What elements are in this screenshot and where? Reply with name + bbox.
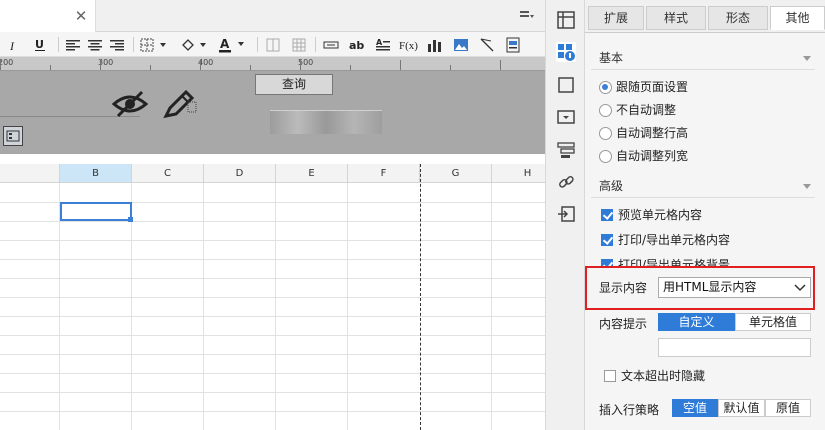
widget-frame-icon[interactable] <box>556 75 576 95</box>
chevron-down-icon[interactable] <box>793 280 807 294</box>
condition-attribute-icon[interactable] <box>556 140 576 160</box>
section-advanced[interactable]: 高级 <box>591 175 815 198</box>
checkbox-label: 文本超出时隐藏 <box>621 369 706 383</box>
formula-icon[interactable]: F(x) <box>398 34 420 55</box>
display-content-select[interactable]: 用HTML显示内容 <box>658 277 811 298</box>
align-right-icon[interactable] <box>106 34 128 55</box>
form-widget-icon[interactable] <box>3 126 23 146</box>
chevron-down-icon[interactable] <box>803 56 811 61</box>
svg-text:A: A <box>376 38 383 47</box>
column-header[interactable]: B <box>60 164 132 183</box>
policy-null-button[interactable]: 空值 <box>672 399 718 417</box>
fill-color-icon[interactable] <box>178 34 212 55</box>
radio-no-auto-adjust[interactable]: 不自动调整 <box>599 101 676 119</box>
content-tip-label: 内容提示 <box>599 317 648 331</box>
checkbox-label: 打印/导出单元格内容 <box>618 233 731 247</box>
policy-original-button[interactable]: 原值 <box>765 399 811 417</box>
ruler: 200 300 400 500 <box>0 57 545 71</box>
image-icon[interactable] <box>450 34 472 55</box>
svg-text:ab: ab <box>349 39 364 51</box>
bar-chart-icon[interactable] <box>424 34 446 55</box>
column-header[interactable]: C <box>132 164 204 183</box>
section-title: 基本 <box>599 51 624 65</box>
fill-handle[interactable] <box>128 217 133 222</box>
selected-cell[interactable] <box>60 202 132 221</box>
dropdown-widget-icon[interactable] <box>556 107 576 127</box>
format-toolbar: I U A ab A F(x) <box>0 32 545 57</box>
section-title: 高级 <box>599 179 624 193</box>
cell-attribute-icon[interactable] <box>556 10 576 30</box>
radio-auto-row-height[interactable]: 自动调整行高 <box>599 124 688 142</box>
border-icon[interactable] <box>138 34 172 55</box>
property-icon-strip <box>545 0 585 430</box>
check-print-content[interactable]: 打印/导出单元格内容 <box>601 231 730 249</box>
text-field-icon[interactable] <box>320 34 342 55</box>
corner-header <box>0 164 60 183</box>
blurred-widget <box>270 110 382 134</box>
column-header[interactable]: F <box>348 164 420 183</box>
underline-icon[interactable]: U <box>29 34 51 55</box>
column-header[interactable]: D <box>204 164 276 183</box>
content-tip-input[interactable] <box>658 338 811 357</box>
ruler-label: 200 <box>0 58 14 67</box>
text-area-icon[interactable]: A <box>372 34 394 55</box>
align-left-icon[interactable] <box>62 34 84 55</box>
checkbox-icon[interactable] <box>601 209 613 221</box>
svg-text:A: A <box>220 37 230 51</box>
page-break-line <box>420 164 421 430</box>
column-header[interactable]: E <box>276 164 348 183</box>
collapse-panel-icon[interactable] <box>519 9 535 23</box>
svg-text:U: U <box>35 38 44 51</box>
slash-icon[interactable] <box>476 34 498 55</box>
tab-style[interactable]: 样式 <box>646 6 706 30</box>
column-header[interactable]: G <box>420 164 492 183</box>
checkbox-icon[interactable] <box>604 370 616 382</box>
tip-custom-button[interactable]: 自定义 <box>658 313 735 331</box>
italic-icon[interactable]: I <box>2 34 24 55</box>
label-ab-icon[interactable]: ab <box>346 34 368 55</box>
merge-cells-icon[interactable] <box>262 34 284 55</box>
display-content-label: 显示内容 <box>599 281 648 295</box>
tab-form[interactable]: 形态 <box>708 6 768 30</box>
checkbox-icon[interactable] <box>601 234 613 246</box>
edit-pencil-icon[interactable] <box>162 88 198 123</box>
check-hide-overflow[interactable]: 文本超出时隐藏 <box>604 367 705 385</box>
checkbox-label: 预览单元格内容 <box>618 208 703 222</box>
eye-slash-icon[interactable] <box>111 88 149 123</box>
sub-report-icon[interactable] <box>502 34 524 55</box>
section-basic[interactable]: 基本 <box>591 47 815 70</box>
radio-follow-page[interactable]: 跟随页面设置 <box>599 78 688 96</box>
grid-icon[interactable] <box>288 34 310 55</box>
svg-text:I: I <box>9 39 15 51</box>
hyperlink-icon[interactable] <box>556 172 576 192</box>
radio-auto-col-width[interactable]: 自动调整列宽 <box>599 147 688 165</box>
tab-extension[interactable]: 扩展 <box>588 6 644 30</box>
svg-text:F(x): F(x) <box>399 40 418 52</box>
check-preview-content[interactable]: 预览单元格内容 <box>601 206 702 224</box>
query-button[interactable]: 查询 <box>255 74 333 95</box>
tab-other[interactable]: 其他 <box>770 6 825 30</box>
data-entry-icon[interactable] <box>556 204 576 224</box>
cell-other-attribute-icon[interactable] <box>556 42 576 62</box>
policy-default-button[interactable]: 默认值 <box>718 399 765 417</box>
font-color-icon[interactable]: A <box>216 34 250 55</box>
tip-cell-value-button[interactable]: 单元格值 <box>735 313 811 331</box>
chevron-down-icon[interactable] <box>803 184 811 189</box>
close-icon[interactable]: ✕ <box>72 7 90 25</box>
align-center-icon[interactable] <box>84 34 106 55</box>
insert-policy-label: 插入行策略 <box>599 403 660 417</box>
